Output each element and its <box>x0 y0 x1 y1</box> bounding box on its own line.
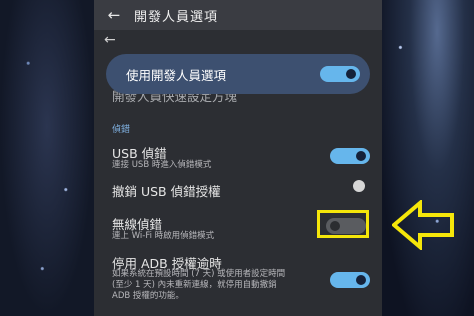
usb-debugging-toggle[interactable] <box>330 148 370 164</box>
toggle-knob <box>356 151 366 161</box>
usb-debugging-subtitle: 連接 USB 時進入偵錯模式 <box>112 160 212 170</box>
arrow-left-icon[interactable]: ← <box>94 6 134 24</box>
adb-timeout-subtitle-line-3: ADB 授權的功能。 <box>112 291 184 301</box>
page-title: 開發人員選項 <box>134 9 219 25</box>
adb-timeout-subtitle-line-2: (至少 1 天) 內未重新連線，就停用自動撤銷 <box>112 280 277 290</box>
section-header-debugging: 偵錯 <box>112 125 131 135</box>
top-app-bar: ← 開發人員選項 <box>94 0 382 30</box>
toggle-knob <box>346 69 356 79</box>
settings-screen: ← 開發人員選項 ← 開發人員快速設定方塊 使用開發人員選項 偵錯 USB 偵錯… <box>94 0 382 316</box>
revoke-indicator <box>353 180 365 192</box>
yellow-arrow-icon <box>392 200 454 250</box>
highlight-box <box>317 210 369 238</box>
background-right <box>382 0 474 316</box>
developer-options-toggle[interactable] <box>320 66 360 82</box>
adb-timeout-toggle[interactable] <box>330 272 370 288</box>
developer-options-switch-row[interactable]: 使用開發人員選項 <box>106 54 370 94</box>
toggle-knob <box>356 275 366 285</box>
adb-timeout-subtitle-line-1: 如果系統在預設時間 (7 天) 或使用者設定時間 <box>112 269 286 279</box>
wireless-debugging-subtitle: 連上 Wi-Fi 時啟用偵錯模式 <box>112 231 215 241</box>
arrow-left-icon[interactable]: ← <box>104 32 116 48</box>
revoke-usb-auth-title: 撤銷 USB 偵錯授權 <box>112 184 221 199</box>
background-left <box>0 0 94 316</box>
